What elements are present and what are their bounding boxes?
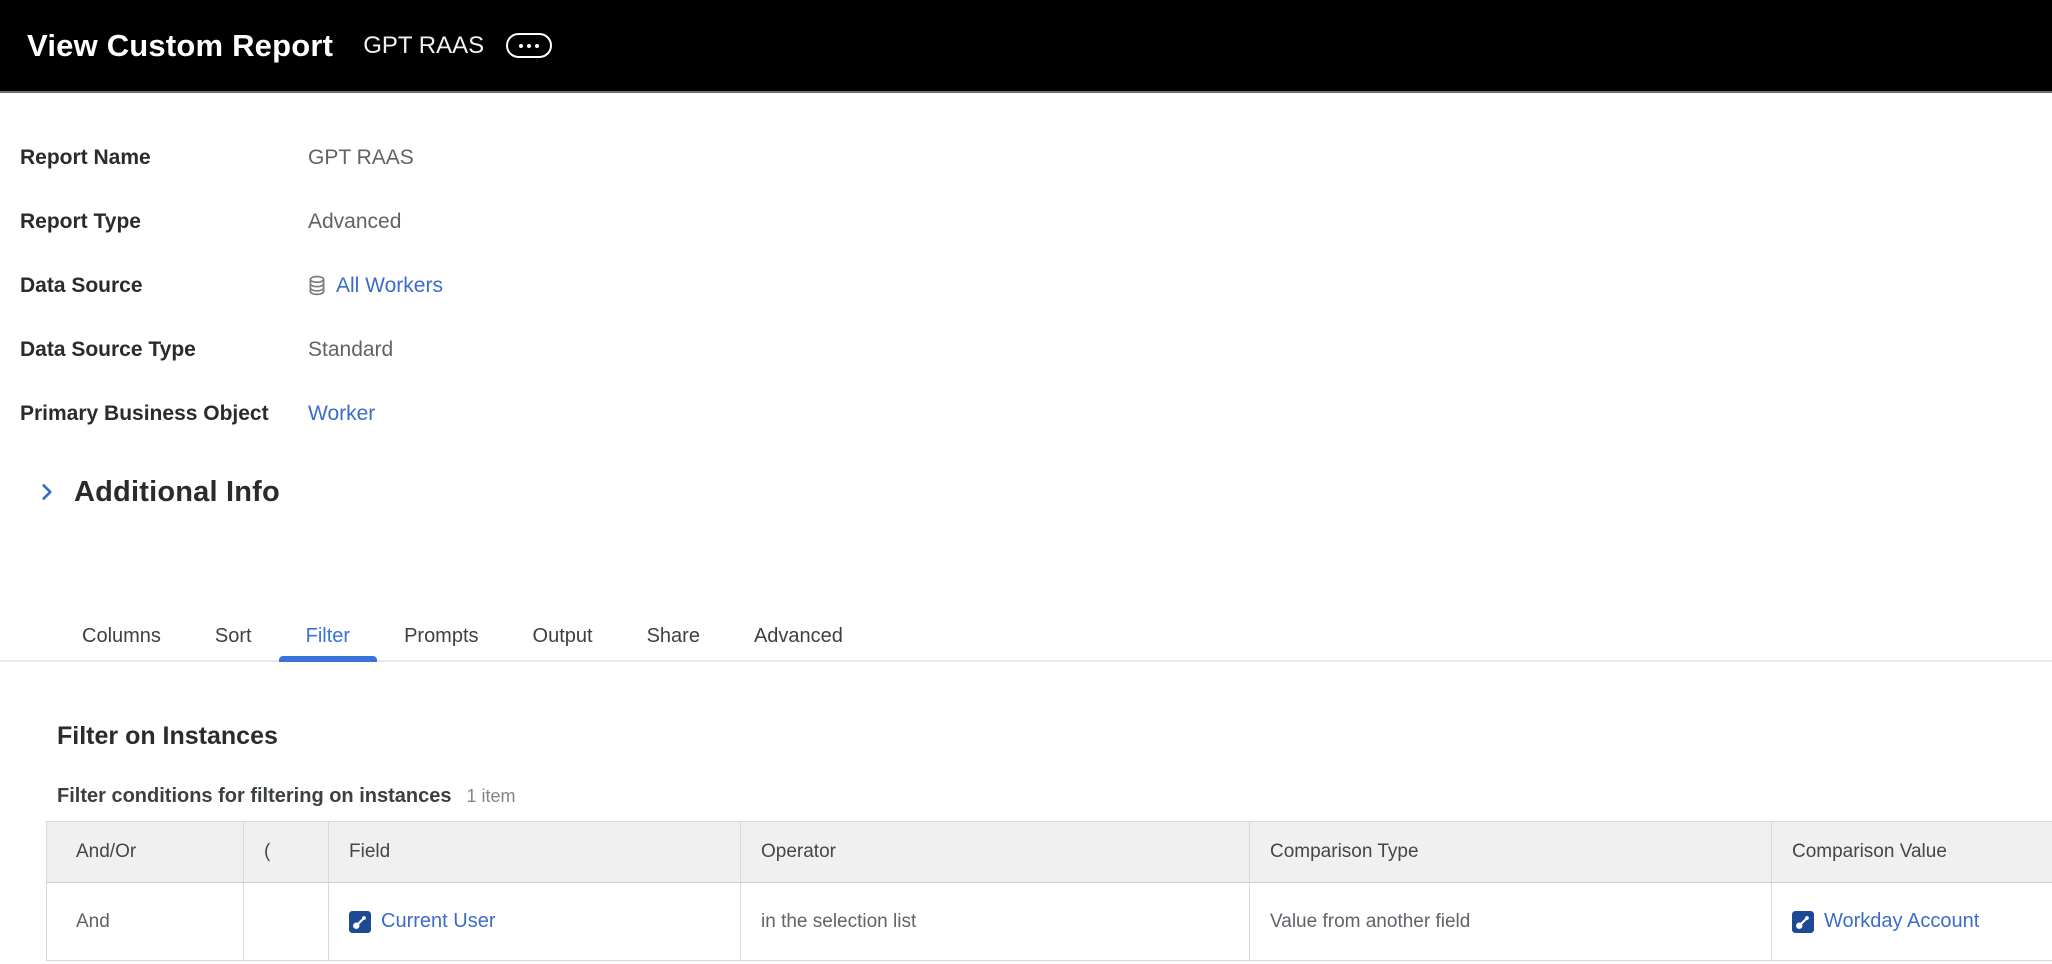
- cell-comparison-value: Workday Account: [1772, 883, 2052, 960]
- report-name-subtitle: GPT RAAS: [363, 32, 484, 60]
- ellipsis-dot: [519, 44, 523, 48]
- report-tab-bar: Columns Sort Filter Prompts Output Share…: [0, 614, 2052, 662]
- report-summary-fields: Report Name GPT RAAS Report Type Advance…: [0, 126, 2052, 446]
- column-header-open-paren: (: [244, 822, 329, 882]
- tab-share[interactable]: Share: [620, 614, 727, 660]
- item-count-badge: 1 item: [466, 786, 515, 807]
- section-title: Filter on Instances: [57, 722, 2052, 751]
- cell-operator: in the selection list: [741, 883, 1250, 960]
- field-value: Worker: [308, 402, 375, 426]
- field-row-data-source-type: Data Source Type Standard: [20, 318, 2052, 382]
- field-row-data-source: Data Source All Workers: [20, 254, 2052, 318]
- field-value: GPT RAAS: [308, 146, 414, 170]
- tab-sort[interactable]: Sort: [188, 614, 279, 660]
- field-value: All Workers: [308, 274, 443, 298]
- field-label: Report Name: [20, 146, 308, 170]
- column-header-and-or: And/Or: [47, 822, 244, 882]
- related-actions-ellipsis-icon[interactable]: [506, 33, 552, 58]
- chevron-right-icon: [36, 481, 58, 503]
- tab-output[interactable]: Output: [506, 614, 620, 660]
- field-value: Advanced: [308, 210, 401, 234]
- cell-field: Current User: [329, 883, 741, 960]
- cell-open-paren: [244, 883, 329, 960]
- database-icon: [308, 275, 326, 297]
- field-row-report-name: Report Name GPT RAAS: [20, 126, 2052, 190]
- field-row-report-type: Report Type Advanced: [20, 190, 2052, 254]
- additional-info-label: Additional Info: [74, 476, 280, 509]
- ellipsis-dot: [535, 44, 539, 48]
- field-value: Standard: [308, 338, 393, 362]
- field-link[interactable]: Current User: [381, 910, 495, 933]
- primary-business-object-link[interactable]: Worker: [308, 402, 375, 426]
- page-title: View Custom Report: [27, 28, 333, 64]
- filter-on-instances-section: Filter on Instances Filter conditions fo…: [0, 722, 2052, 961]
- table-caption-row: Filter conditions for filtering on insta…: [57, 785, 2052, 808]
- table-caption: Filter conditions for filtering on insta…: [57, 785, 451, 808]
- data-source-link[interactable]: All Workers: [336, 274, 443, 298]
- related-actions-icon: [1792, 911, 1814, 933]
- cell-and-or: And: [47, 883, 244, 960]
- field-label: Data Source: [20, 274, 308, 298]
- column-header-comparison-type: Comparison Type: [1250, 822, 1772, 882]
- table-row: And Current User in the selection list V…: [47, 883, 2052, 961]
- additional-info-toggle[interactable]: Additional Info: [0, 472, 2052, 512]
- field-label: Primary Business Object: [20, 402, 308, 426]
- related-actions-icon: [349, 911, 371, 933]
- column-header-operator: Operator: [741, 822, 1250, 882]
- table-header-row: And/Or ( Field Operator Comparison Type …: [47, 822, 2052, 883]
- cell-comparison-type: Value from another field: [1250, 883, 1772, 960]
- tab-filter[interactable]: Filter: [279, 614, 377, 660]
- tab-prompts[interactable]: Prompts: [377, 614, 505, 660]
- field-row-primary-business-object: Primary Business Object Worker: [20, 382, 2052, 446]
- column-header-field: Field: [329, 822, 741, 882]
- tab-columns[interactable]: Columns: [55, 614, 188, 660]
- column-header-comparison-value: Comparison Value: [1772, 822, 2052, 882]
- field-label: Data Source Type: [20, 338, 308, 362]
- ellipsis-dot: [527, 44, 531, 48]
- comparison-value-link[interactable]: Workday Account: [1824, 910, 1979, 933]
- app-header: View Custom Report GPT RAAS: [0, 0, 2052, 93]
- filter-conditions-table: And/Or ( Field Operator Comparison Type …: [46, 821, 2052, 961]
- field-label: Report Type: [20, 210, 308, 234]
- tab-advanced[interactable]: Advanced: [727, 614, 870, 660]
